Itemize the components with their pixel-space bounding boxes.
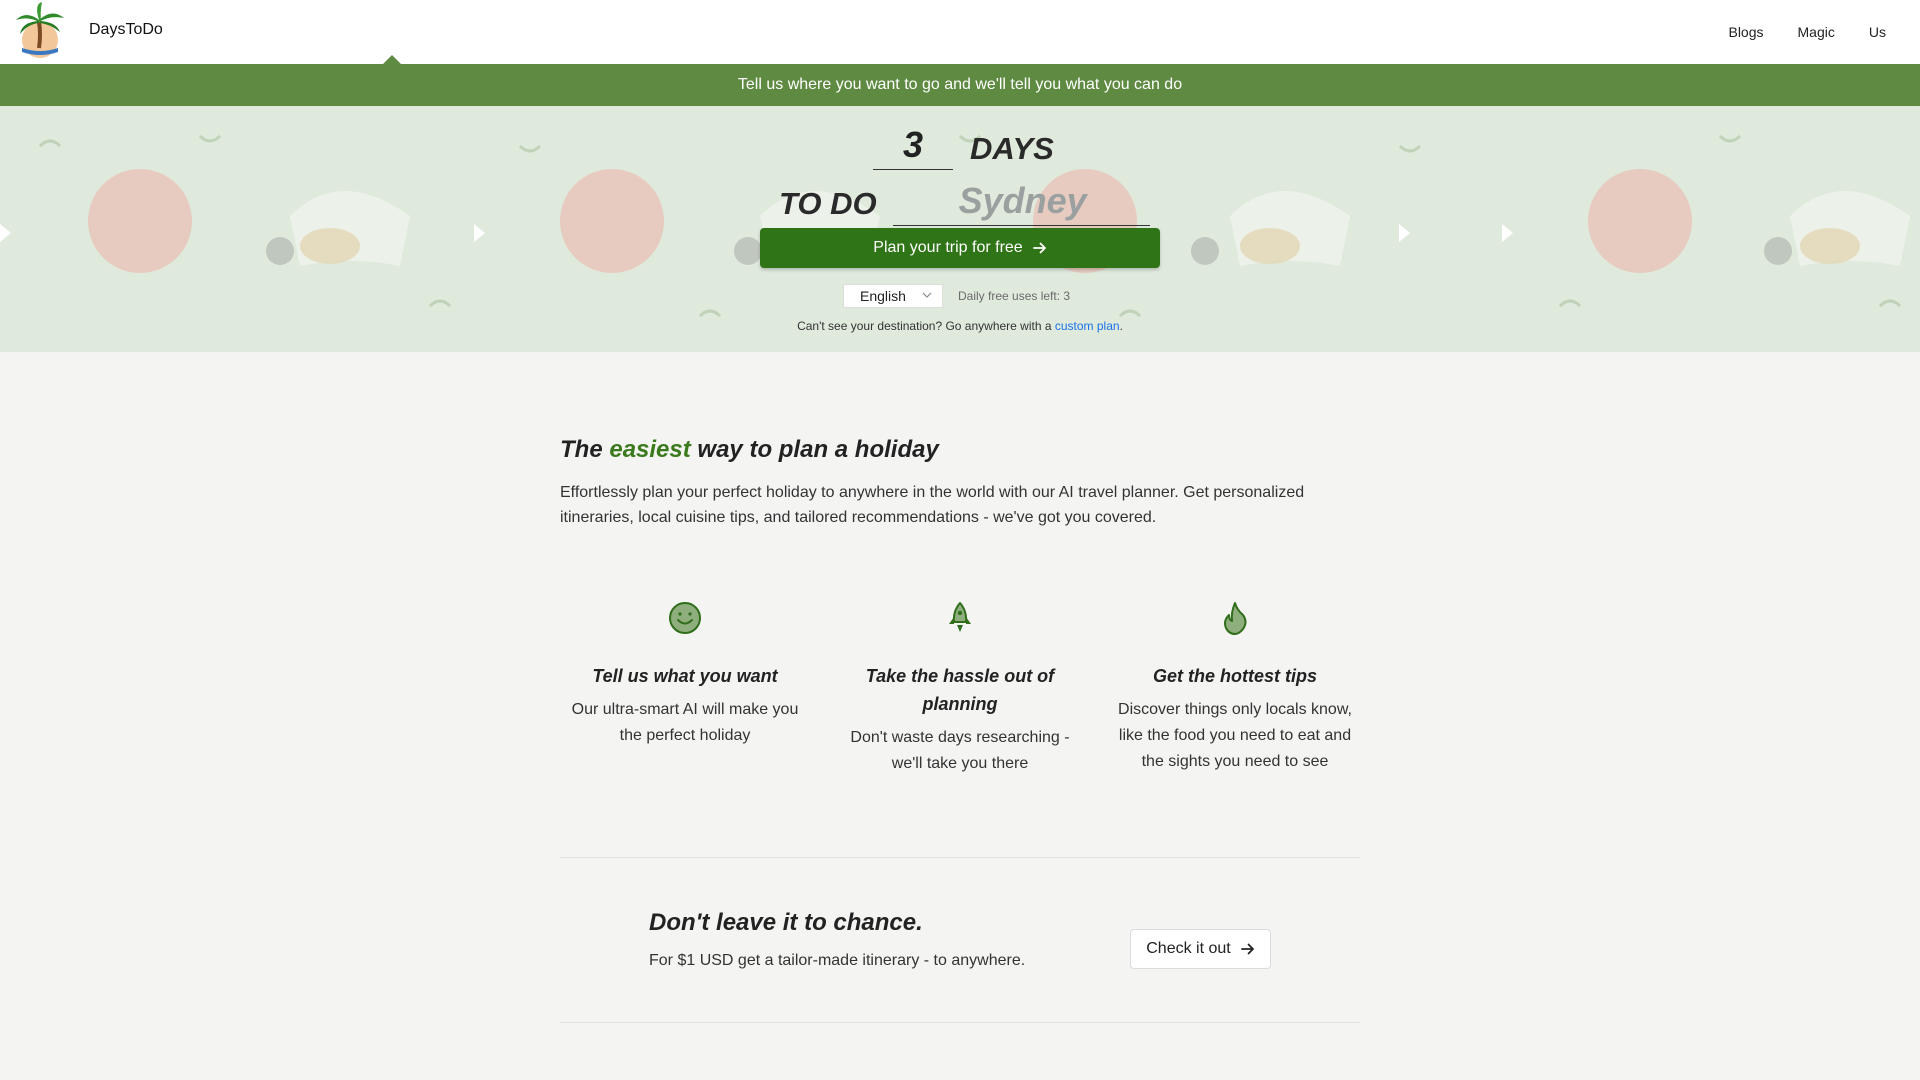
feature-title: Tell us what you want: [592, 666, 778, 686]
language-value: English: [860, 288, 906, 304]
rocket-icon: [949, 602, 971, 632]
feature-text: Don't waste days researching - we'll tak…: [850, 729, 1070, 772]
destination-input[interactable]: [892, 176, 1150, 226]
custom-note-suffix: .: [1119, 319, 1123, 333]
arrow-right-icon: [1240, 943, 1254, 955]
check-it-out-label: Check it out: [1146, 940, 1231, 957]
chevron-down-icon: [922, 292, 932, 298]
nav-link-us[interactable]: Us: [1869, 24, 1886, 40]
daily-uses-counter: Daily free uses left: 3: [958, 289, 1071, 303]
intro-title-post: way to plan a holiday: [690, 436, 939, 463]
check-it-out-button[interactable]: Check it out: [1130, 929, 1271, 969]
tagline-text: Tell us where you want to go and we'll t…: [737, 76, 1183, 93]
tagline-banner: Tell us where you want to go and we'll t…: [0, 64, 1920, 106]
cta-title: Don't leave it to chance.: [649, 909, 923, 936]
days-input[interactable]: [873, 120, 953, 170]
feature-title: Take the hassle out of planning: [865, 666, 1055, 714]
nav-link-blogs[interactable]: Blogs: [1728, 24, 1763, 40]
custom-plan-note: Can't see your destination? Go anywhere …: [0, 319, 1920, 333]
feature-title: Get the hottest tips: [1152, 666, 1317, 686]
arrow-right-icon: [1032, 242, 1046, 254]
feature-card: Take the hassle out of planning Don't wa…: [835, 600, 1085, 777]
intro-title: The easiest way to plan a holiday: [560, 436, 939, 464]
intro-title-accent: easiest: [609, 436, 691, 463]
smile-icon: [669, 602, 701, 634]
trip-form: DAYS TO DO Plan your trip for free Engli…: [0, 106, 1920, 352]
hero-section: DAYS TO DO Plan your trip for free Engli…: [0, 106, 1920, 352]
main-nav: Blogs Magic Us: [1694, 24, 1886, 40]
feature-card: Get the hottest tips Discover things onl…: [1110, 600, 1360, 775]
flame-icon: [1224, 602, 1247, 635]
divider: [560, 1022, 1360, 1023]
language-select[interactable]: English: [843, 284, 943, 308]
custom-note-prefix: Can't see your destination? Go anywhere …: [797, 319, 1055, 333]
cta-description: For $1 USD get a tailor-made itinerary -…: [649, 952, 1026, 969]
plan-trip-button[interactable]: Plan your trip for free: [760, 228, 1160, 268]
days-row: DAYS: [873, 116, 1054, 170]
intro-title-pre: The: [560, 436, 610, 463]
custom-plan-link[interactable]: custom plan: [1055, 319, 1120, 333]
intro-description: Effortlessly plan your perfect holiday t…: [560, 484, 1305, 526]
palm-tree-logo-icon[interactable]: [12, 2, 68, 60]
nav-link-magic[interactable]: Magic: [1798, 24, 1835, 40]
plan-trip-label: Plan your trip for free: [873, 239, 1023, 256]
destination-row: TO DO: [779, 170, 1150, 226]
divider: [560, 857, 1360, 858]
days-label: DAYS: [970, 131, 1054, 166]
feature-text: Discover things only locals know, like t…: [1118, 701, 1352, 770]
navbar-notch: [383, 55, 401, 64]
top-navbar: DaysToDo Blogs Magic Us: [0, 0, 1920, 64]
feature-card: Tell us what you want Our ultra-smart AI…: [560, 600, 810, 749]
brand-name[interactable]: DaysToDo: [89, 21, 163, 39]
todo-label: TO DO: [779, 186, 877, 221]
feature-text: Our ultra-smart AI will make you the per…: [571, 701, 799, 744]
